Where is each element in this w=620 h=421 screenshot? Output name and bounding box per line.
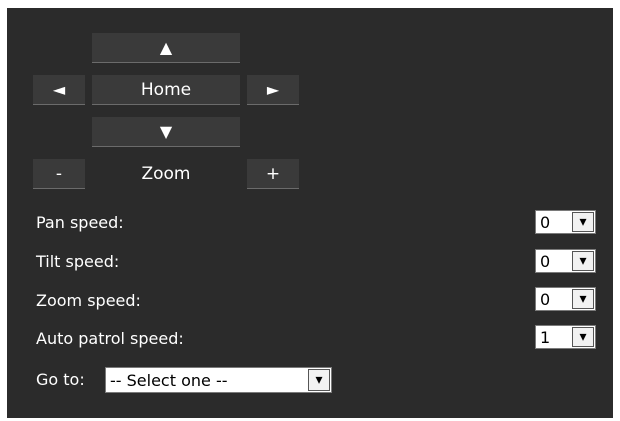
- chevron-down-icon: ▾: [572, 289, 594, 309]
- tilt-speed-select[interactable]: 0 ▾: [535, 249, 596, 273]
- chevron-down-icon: ▾: [572, 212, 594, 232]
- tilt-speed-label: Tilt speed:: [36, 252, 120, 271]
- zoom-label: Zoom: [141, 164, 191, 184]
- arrow-down-icon: ▼: [159, 121, 173, 141]
- zoom-out-label: -: [55, 163, 63, 184]
- zoom-in-label: +: [265, 163, 281, 184]
- zoom-speed-label: Zoom speed:: [36, 291, 141, 310]
- auto-patrol-speed-value: 1: [540, 327, 551, 347]
- pan-speed-label: Pan speed:: [36, 213, 124, 232]
- arrow-right-icon: ►: [266, 79, 280, 99]
- pan-speed-select[interactable]: 0 ▾: [535, 210, 596, 234]
- zoom-in-button[interactable]: +: [247, 159, 299, 189]
- chevron-down-icon: ▾: [572, 327, 594, 347]
- goto-label: Go to:: [36, 370, 85, 389]
- auto-patrol-speed-select[interactable]: 1 ▾: [535, 325, 596, 349]
- arrow-left-icon: ◄: [52, 79, 66, 99]
- zoom-out-button[interactable]: -: [33, 159, 85, 189]
- home-button[interactable]: Home: [92, 75, 240, 105]
- tilt-speed-value: 0: [540, 251, 551, 271]
- zoom-speed-value: 0: [540, 289, 551, 309]
- auto-patrol-speed-label: Auto patrol speed:: [36, 329, 184, 348]
- pan-left-button[interactable]: ◄: [33, 75, 85, 105]
- pan-down-button[interactable]: ▼: [92, 117, 240, 147]
- pan-right-button[interactable]: ►: [247, 75, 299, 105]
- zoom-speed-select[interactable]: 0 ▾: [535, 287, 596, 311]
- chevron-down-icon: ▾: [308, 369, 330, 391]
- goto-preset-select[interactable]: -- Select one -- ▾: [105, 367, 332, 393]
- arrow-up-icon: ▲: [159, 37, 173, 57]
- ptz-control-panel: ▲ ◄ Home ► ▼ - Zoom + Pan speed: 0 ▾ Til…: [7, 8, 613, 418]
- chevron-down-icon: ▾: [572, 251, 594, 271]
- home-button-label: Home: [140, 79, 192, 100]
- goto-preset-value: -- Select one --: [110, 370, 228, 390]
- pan-up-button[interactable]: ▲: [92, 33, 240, 63]
- pan-speed-value: 0: [540, 212, 551, 232]
